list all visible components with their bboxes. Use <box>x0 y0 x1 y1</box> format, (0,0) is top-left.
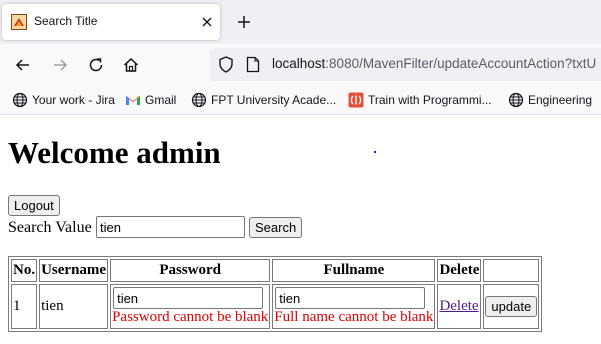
bookmark-label: Train with Programmi... <box>368 93 492 107</box>
logout-button[interactable]: Logout <box>8 195 60 216</box>
tab-title: Search Title <box>34 14 98 28</box>
table-row: 1 tien Password cannot be blank Full nam… <box>11 284 540 329</box>
page-content: Welcome admin Logout Search Value Search… <box>0 115 601 344</box>
address-bar[interactable]: localhost:8080/MavenFilter/updateAccount… <box>210 48 601 81</box>
cell-delete: Delete <box>437 284 482 329</box>
home-icon[interactable] <box>122 56 140 74</box>
globe-icon <box>508 92 524 108</box>
header-action <box>483 259 540 282</box>
fullname-error: Full name cannot be blank <box>274 309 434 325</box>
tracking-protection-shield-icon[interactable] <box>218 56 234 73</box>
header-delete: Delete <box>437 259 482 282</box>
new-tab-plus-icon[interactable] <box>236 14 252 30</box>
cell-update: update <box>483 284 540 329</box>
url-text: localhost:8080/MavenFilter/updateAccount… <box>272 56 596 71</box>
bookmark-label: FPT University Acade... <box>211 93 337 107</box>
delete-link[interactable]: Delete <box>439 298 478 314</box>
bookmark-fpt[interactable]: FPT University Acade... <box>191 90 336 110</box>
back-arrow-icon[interactable] <box>14 56 32 74</box>
globe-icon <box>191 92 207 108</box>
table-header-row: No. Username Password Fullname Delete <box>11 259 540 282</box>
forward-arrow-icon[interactable] <box>51 56 69 74</box>
bookmark-label: Gmail <box>145 93 177 107</box>
bookmark-engineering[interactable]: Engineering <box>508 90 592 110</box>
gmail-icon <box>126 96 140 105</box>
search-label: Search Value <box>8 219 92 236</box>
cell-fullname: Full name cannot be blank <box>272 284 436 329</box>
stray-dot <box>374 151 376 153</box>
url-path: :8080/MavenFilter/updateAccountAction?tx… <box>325 56 597 71</box>
navigation-toolbar: localhost:8080/MavenFilter/updateAccount… <box>0 44 601 86</box>
reload-icon[interactable] <box>87 56 105 74</box>
page-heading: Welcome admin <box>8 135 221 170</box>
bookmark-label: Engineering <box>528 93 593 107</box>
cell-username: tien <box>39 284 109 329</box>
update-button[interactable]: update <box>485 296 538 317</box>
header-fullname: Fullname <box>272 259 436 282</box>
password-error: Password cannot be blank <box>112 309 269 325</box>
search-button[interactable]: Search <box>249 217 303 238</box>
cell-no: 1 <box>11 284 38 329</box>
accounts-table: No. Username Password Fullname Delete 1 … <box>8 256 543 332</box>
header-username: Username <box>39 259 109 282</box>
bookmark-gmail[interactable]: Gmail <box>125 90 176 110</box>
page-favicon-icon <box>11 14 27 30</box>
password-field[interactable] <box>113 287 264 309</box>
bookmark-codewars[interactable]: Train with Programmi... <box>348 90 492 110</box>
bookmarks-toolbar: Your work - Jira Gmail FPT University Ac… <box>0 86 601 115</box>
cell-password: Password cannot be blank <box>110 284 271 329</box>
bookmark-jira[interactable]: Your work - Jira <box>12 90 115 110</box>
search-input[interactable] <box>96 216 245 238</box>
codewars-icon <box>348 92 364 108</box>
close-tab-icon[interactable] <box>200 15 214 29</box>
globe-icon <box>12 92 28 108</box>
active-tab[interactable]: Search Title <box>2 4 220 40</box>
bookmark-label: Your work - Jira <box>32 93 115 107</box>
tab-strip: Search Title <box>0 0 601 44</box>
header-no: No. <box>11 259 38 282</box>
fullname-field[interactable] <box>275 287 426 309</box>
page-info-icon[interactable] <box>246 56 260 73</box>
header-password: Password <box>110 259 271 282</box>
url-host: localhost <box>272 56 326 71</box>
